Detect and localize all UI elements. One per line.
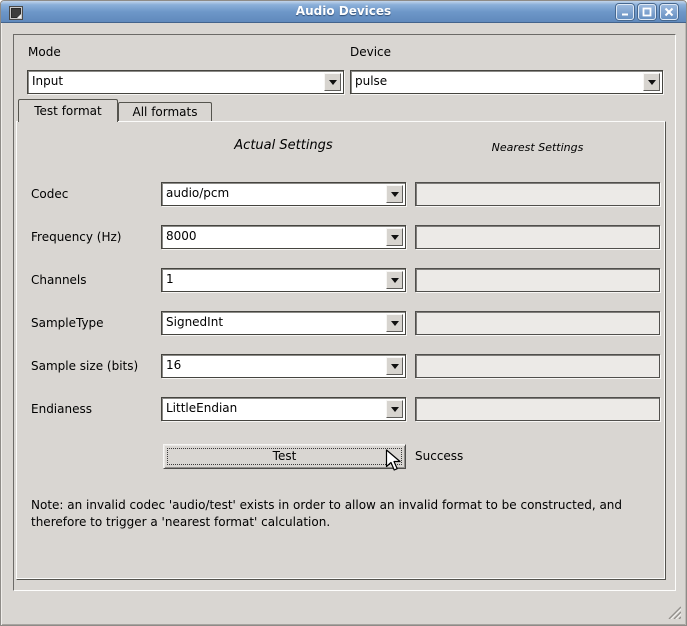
maximize-icon	[642, 7, 652, 17]
test-result-status: Success	[415, 444, 463, 469]
close-icon	[664, 7, 674, 17]
window-title: Audio Devices	[1, 1, 686, 23]
sampletype-select[interactable]: SignedInt	[161, 311, 406, 335]
channels-select-value: 1	[166, 272, 174, 286]
frequency-select-value: 8000	[166, 229, 197, 243]
endianess-nearest-field	[415, 397, 660, 421]
channels-label: Channels	[31, 268, 87, 292]
mode-select-value: Input	[32, 74, 63, 88]
sampletype-dropdown-button[interactable]	[386, 314, 403, 332]
samplesize-dropdown-button[interactable]	[386, 357, 403, 375]
frequency-label: Frequency (Hz)	[31, 225, 122, 249]
chevron-down-icon	[391, 321, 399, 330]
minimize-icon	[620, 7, 630, 17]
device-select-value: pulse	[355, 74, 387, 88]
samplesize-select-value: 16	[166, 358, 181, 372]
frequency-select[interactable]: 8000	[161, 225, 406, 249]
device-select[interactable]: pulse	[350, 70, 663, 94]
tab-test-format[interactable]: Test format	[18, 99, 118, 122]
chevron-down-icon	[391, 407, 399, 416]
samplesize-nearest-field	[415, 354, 660, 378]
mode-select[interactable]: Input	[27, 70, 344, 94]
samplesize-label: Sample size (bits)	[31, 354, 138, 378]
frequency-nearest-field	[415, 225, 660, 249]
codec-nearest-field	[415, 182, 660, 206]
device-label: Device	[350, 45, 391, 59]
chevron-down-icon	[648, 80, 656, 89]
title-bar[interactable]: Audio Devices	[1, 1, 686, 23]
nearest-settings-header: Nearest Settings	[415, 141, 660, 154]
device-dropdown-button[interactable]	[643, 73, 660, 91]
channels-dropdown-button[interactable]	[386, 271, 403, 289]
close-button[interactable]	[660, 4, 678, 20]
resize-grip[interactable]	[665, 603, 681, 619]
endianess-label: Endianess	[31, 397, 92, 421]
codec-select-value: audio/pcm	[166, 186, 229, 200]
mode-dropdown-button[interactable]	[324, 73, 341, 91]
sampletype-nearest-field	[415, 311, 660, 335]
endianess-select[interactable]: LittleEndian	[161, 397, 406, 421]
codec-select[interactable]: audio/pcm	[161, 182, 406, 206]
mouse-cursor-icon	[385, 449, 405, 477]
codec-label: Codec	[31, 182, 68, 206]
test-button[interactable]: Test	[163, 444, 406, 469]
actual-settings-header: Actual Settings	[161, 138, 406, 153]
samplesize-select[interactable]: 16	[161, 354, 406, 378]
channels-select[interactable]: 1	[161, 268, 406, 292]
dialog-content-frame: Mode Input Device pulse Test format All …	[13, 34, 676, 591]
mode-label: Mode	[28, 45, 61, 59]
audio-devices-window: Audio Devices Mode	[0, 0, 687, 626]
frequency-dropdown-button[interactable]	[386, 228, 403, 246]
endianess-select-value: LittleEndian	[166, 401, 237, 415]
channels-nearest-field	[415, 268, 660, 292]
sampletype-label: SampleType	[31, 311, 104, 335]
minimize-button[interactable]	[616, 4, 634, 20]
chevron-down-icon	[391, 235, 399, 244]
codec-dropdown-button[interactable]	[386, 185, 403, 203]
chevron-down-icon	[391, 192, 399, 201]
endianess-dropdown-button[interactable]	[386, 400, 403, 418]
maximize-button[interactable]	[638, 4, 656, 20]
note-text: Note: an invalid codec 'audio/test' exis…	[31, 497, 649, 531]
sampletype-select-value: SignedInt	[166, 315, 223, 329]
chevron-down-icon	[329, 80, 337, 89]
chevron-down-icon	[391, 364, 399, 373]
test-format-pane: Actual Settings Nearest Settings Codec a…	[16, 121, 666, 580]
tab-all-formats[interactable]: All formats	[118, 102, 212, 122]
chevron-down-icon	[391, 278, 399, 287]
